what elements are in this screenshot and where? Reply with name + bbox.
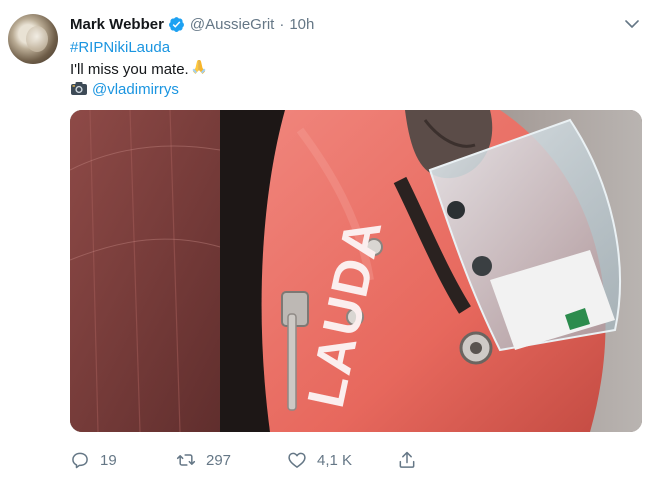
- retweet-icon: [176, 454, 196, 466]
- share-icon: [399, 451, 415, 468]
- tweet-photo[interactable]: LAUDA: [70, 110, 642, 432]
- camera-icon: [71, 82, 87, 95]
- tweet-timestamp[interactable]: 10h: [289, 16, 314, 33]
- verified-badge-icon: [168, 16, 184, 32]
- retweet-button[interactable]: 297: [176, 449, 231, 471]
- credit-mention-link[interactable]: @vladimirrys: [92, 81, 179, 98]
- reply-button[interactable]: 19: [70, 449, 117, 471]
- chevron-down-icon[interactable]: [624, 16, 640, 32]
- message-text: I'll miss you mate.: [70, 61, 189, 78]
- author-name[interactable]: Mark Webber: [70, 16, 164, 33]
- reply-count: 19: [100, 451, 117, 469]
- separator-dot: ·: [279, 15, 285, 33]
- folded-hands-icon: [192, 60, 206, 74]
- hashtag-line: #RIPNikiLauda: [70, 37, 630, 58]
- retweet-count: 297: [206, 451, 232, 469]
- heart-icon: [288, 452, 306, 468]
- credit-line: @vladimirrys: [70, 79, 630, 100]
- like-count: 4,1 K: [317, 451, 353, 469]
- author-handle[interactable]: @AussieGrit: [190, 16, 274, 33]
- hashtag-link[interactable]: #RIPNikiLauda: [70, 39, 170, 56]
- tweet-text: #RIPNikiLauda I'll miss you mate. @vladi…: [70, 37, 630, 100]
- reply-icon: [72, 452, 88, 469]
- helmet-photo-image: LAUDA: [70, 110, 642, 432]
- message-line: I'll miss you mate.: [70, 58, 630, 79]
- tweet-header: Mark Webber @AussieGrit · 10h: [70, 14, 314, 34]
- like-button[interactable]: 4,1 K: [287, 449, 352, 471]
- tweet-actions: 19 297 4,1 K: [70, 449, 630, 471]
- tweet[interactable]: Mark Webber @AussieGrit · 10h #RIPNikiLa…: [0, 0, 650, 484]
- share-button[interactable]: [397, 449, 427, 471]
- avatar[interactable]: [8, 14, 58, 64]
